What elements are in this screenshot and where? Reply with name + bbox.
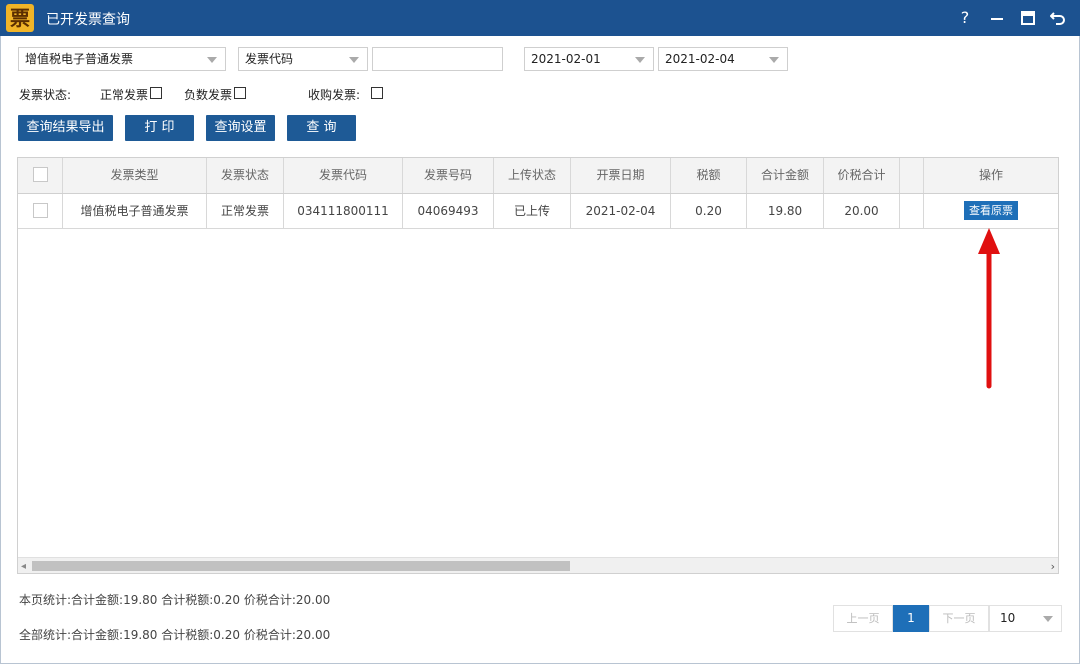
view-original-button[interactable]: 查看原票: [964, 201, 1018, 220]
chevron-down-icon: [635, 57, 645, 63]
column-header: [900, 158, 924, 193]
back-button[interactable]: [1046, 6, 1070, 30]
next-page-button[interactable]: 下一页: [929, 605, 989, 632]
column-header[interactable]: 税额: [671, 158, 747, 193]
chevron-down-icon: [349, 57, 359, 63]
scrollbar-thumb[interactable]: [32, 561, 570, 571]
cell-empty: [900, 194, 924, 228]
chevron-down-icon: [1043, 616, 1053, 622]
chevron-down-icon: [769, 57, 779, 63]
chevron-down-icon: [207, 57, 217, 63]
table-row[interactable]: 增值税电子普通发票 正常发票 034111800111 04069493 已上传…: [18, 194, 1058, 229]
scroll-left-icon[interactable]: ◂: [21, 561, 26, 572]
cell-issue-date: 2021-02-04: [571, 194, 671, 228]
window-title: 已开发票查询: [46, 12, 130, 28]
column-header[interactable]: 发票代码: [284, 158, 403, 193]
cell-total: 20.00: [824, 194, 900, 228]
column-header[interactable]: 开票日期: [571, 158, 671, 193]
table-header: 发票类型 发票状态 发票代码 发票号码 上传状态 开票日期 税额 合计金额 价税…: [18, 158, 1058, 194]
scroll-right-icon[interactable]: ›: [1051, 560, 1055, 573]
column-header[interactable]: 合计金额: [747, 158, 824, 193]
annotation-arrow-icon: [978, 228, 1000, 389]
negative-invoice-checkbox[interactable]: [234, 87, 246, 99]
search-input[interactable]: [372, 47, 503, 71]
undo-icon: [1050, 12, 1065, 25]
negative-invoice-label: 负数发票: [184, 88, 233, 102]
select-all-checkbox[interactable]: [32, 167, 48, 182]
app-logo: 票: [6, 4, 34, 32]
date-to-value: 2021-02-04: [665, 52, 735, 66]
normal-invoice-label: 正常发票: [100, 88, 149, 102]
maximize-button[interactable]: [1016, 6, 1040, 30]
cell-upload-status: 已上传: [494, 194, 571, 228]
export-button[interactable]: 查询结果导出: [18, 115, 113, 141]
prev-page-button[interactable]: 上一页: [833, 605, 893, 632]
date-from-value: 2021-02-01: [531, 52, 601, 66]
all-stats: 全部统计:合计金额:19.80 合计税额:0.20 价税合计:20.00: [19, 628, 331, 642]
maximize-icon: [1021, 11, 1035, 25]
title-bar: 票 已开发票查询 ?: [0, 0, 1080, 36]
purchase-invoice-checkbox[interactable]: [371, 87, 383, 99]
page-1-button[interactable]: 1: [893, 605, 929, 632]
column-header[interactable]: 上传状态: [494, 158, 571, 193]
column-header[interactable]: 发票类型: [63, 158, 207, 193]
page-size-select[interactable]: 10: [989, 605, 1062, 632]
minimize-button[interactable]: [985, 6, 1009, 30]
row-checkbox[interactable]: [32, 203, 48, 218]
cell-amount: 19.80: [747, 194, 824, 228]
minimize-icon: [991, 18, 1003, 20]
page-stats: 本页统计:合计金额:19.80 合计税额:0.20 价税合计:20.00: [19, 593, 331, 607]
query-settings-button[interactable]: 查询设置: [206, 115, 275, 141]
search-field-select[interactable]: 发票代码: [238, 47, 368, 71]
cell-invoice-status: 正常发票: [207, 194, 284, 228]
cell-invoice-code: 034111800111: [284, 194, 403, 228]
cell-invoice-number: 04069493: [403, 194, 494, 228]
cell-invoice-type: 增值税电子普通发票: [63, 194, 207, 228]
row-select-cell: [18, 194, 63, 228]
select-all-cell: [18, 158, 63, 193]
page-size-value: 10: [1000, 611, 1016, 625]
column-header[interactable]: 价税合计: [824, 158, 900, 193]
invoice-table: 发票类型 发票状态 发票代码 发票号码 上传状态 开票日期 税额 合计金额 价税…: [17, 157, 1059, 574]
status-label: 发票状态:: [19, 88, 72, 102]
cell-tax: 0.20: [671, 194, 747, 228]
purchase-invoice-label: 收购发票:: [308, 88, 361, 102]
invoice-type-select[interactable]: 增值税电子普通发票: [18, 47, 226, 71]
cell-action: 查看原票: [924, 194, 1058, 228]
print-button[interactable]: 打 印: [125, 115, 194, 141]
search-field-value: 发票代码: [245, 52, 294, 66]
column-header[interactable]: 发票状态: [207, 158, 284, 193]
date-from-select[interactable]: 2021-02-01: [524, 47, 654, 71]
query-button[interactable]: 查 询: [287, 115, 356, 141]
column-header: 操作: [978, 168, 1003, 182]
column-header[interactable]: 发票号码: [403, 158, 494, 193]
horizontal-scrollbar[interactable]: ◂ ›: [18, 557, 1058, 573]
help-button[interactable]: ?: [953, 6, 977, 30]
normal-invoice-checkbox[interactable]: [150, 87, 162, 99]
date-to-select[interactable]: 2021-02-04: [658, 47, 788, 71]
invoice-type-value: 增值税电子普通发票: [25, 52, 134, 66]
